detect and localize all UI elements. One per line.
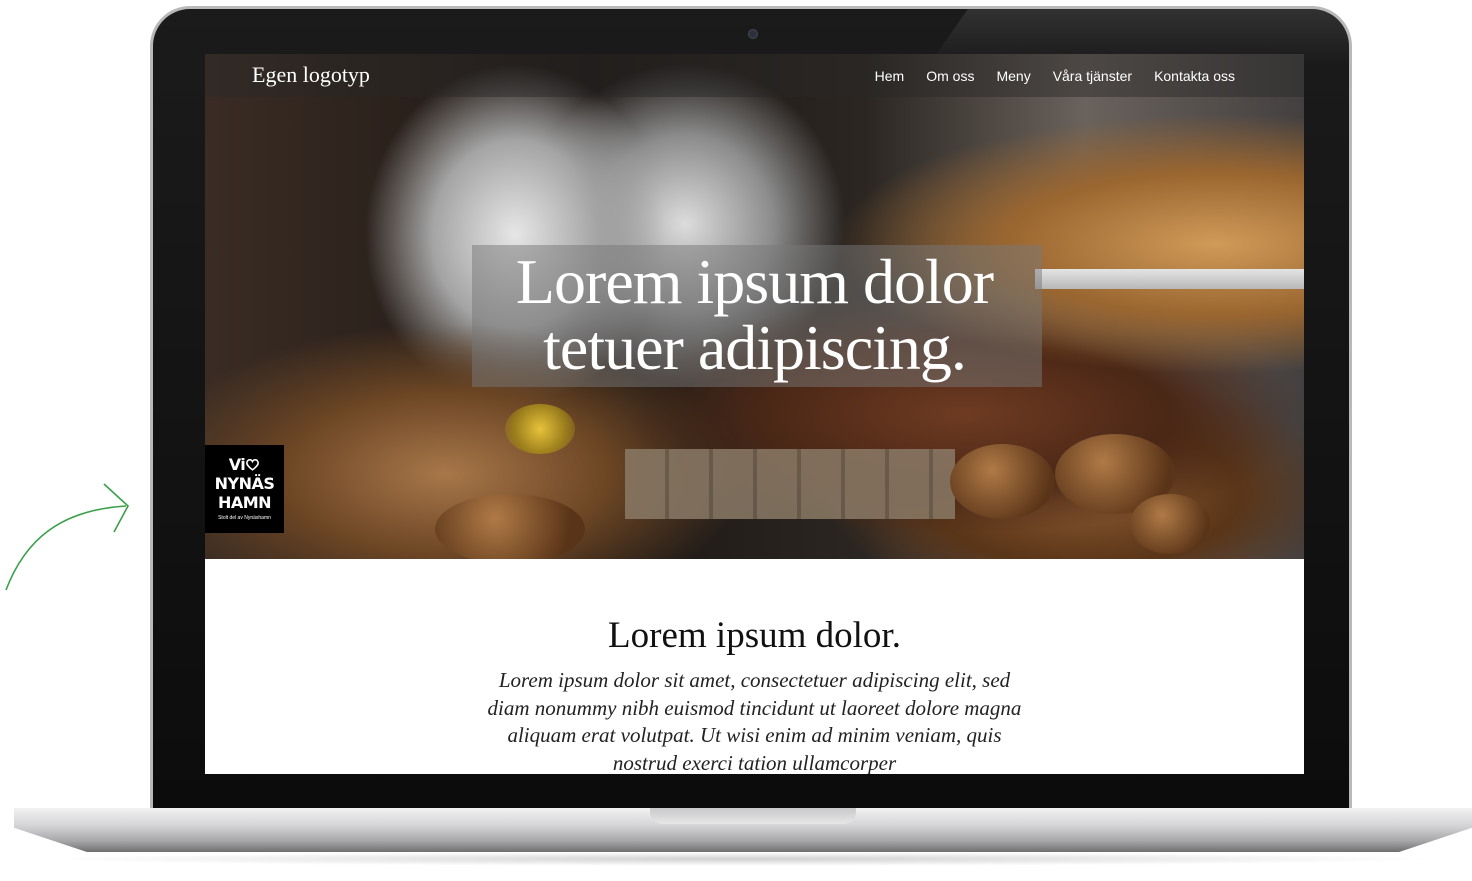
bread-crate [625,449,955,519]
bread-loaf [950,444,1055,519]
heart-icon [246,459,260,471]
badge-line-3: HAMN [217,493,272,512]
flowers [505,404,575,454]
site-navbar: Egen logotyp Hem Om oss Meny Våra tjänst… [205,54,1304,97]
nav-menu: Hem Om oss Meny Våra tjänster Kontakta o… [875,54,1235,97]
laptop-hinge-notch [650,808,856,824]
nav-link-hem[interactable]: Hem [875,68,905,84]
section-body: Lorem ipsum dolor sit amet, consectetuer… [487,668,1022,774]
vi-nynashamn-badge[interactable]: Vi NYNÄS HAMN Stolt del av Nynäshamn [205,445,284,533]
nav-link-vara-tjanster[interactable]: Våra tjänster [1053,68,1132,84]
laptop-shadow [40,852,1440,866]
site-logo[interactable]: Egen logotyp [252,62,370,88]
nav-link-kontakta-oss[interactable]: Kontakta oss [1154,68,1235,84]
nav-link-om-oss[interactable]: Om oss [926,68,974,84]
hero-image: Egen logotyp Hem Om oss Meny Våra tjänst… [205,54,1304,559]
badge-line-2: NYNÄS [214,474,275,493]
hero-title: Lorem ipsum dolor tetuer adipiscing. [515,246,994,383]
curved-arrow-icon [5,483,129,591]
nav-link-meny[interactable]: Meny [996,68,1030,84]
bread-loaf [435,494,585,559]
webcam-icon [748,29,758,39]
bread-loaf [1130,494,1210,554]
section-title: Lorem ipsum dolor. [608,615,901,656]
badge-line-1: Vi [205,455,284,474]
intro-section: Lorem ipsum dolor. Lorem ipsum dolor sit… [205,559,1304,774]
badge-subtitle: Stolt del av Nynäshamn [218,515,271,521]
website-screen: Egen logotyp Hem Om oss Meny Våra tjänst… [205,54,1304,774]
